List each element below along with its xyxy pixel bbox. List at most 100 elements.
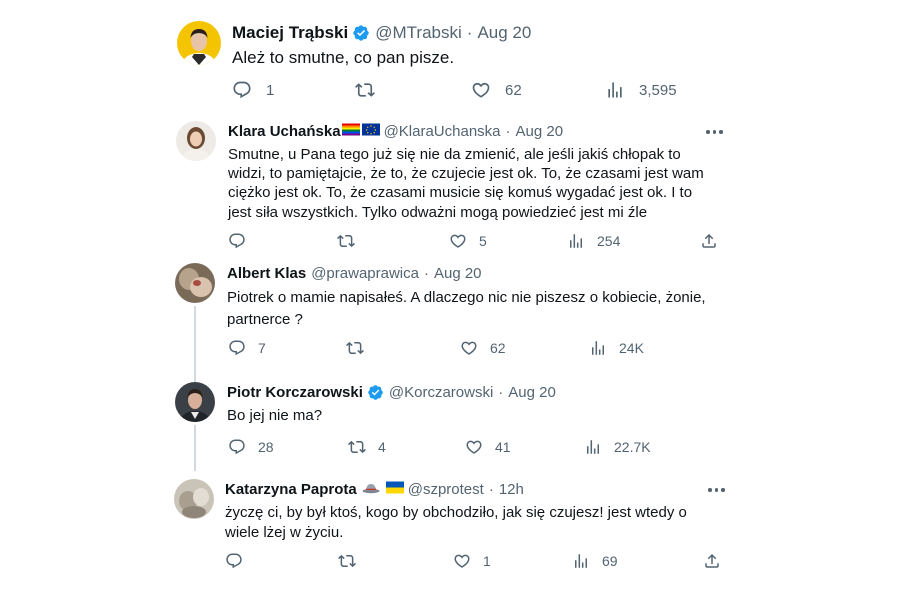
like-icon: [450, 234, 466, 248]
author-name[interactable]: Klara Uchańska: [228, 123, 341, 140]
author-handle[interactable]: @szprotest: [408, 481, 484, 498]
reply-button[interactable]: 28: [228, 438, 274, 456]
separator-dot: ·: [505, 123, 511, 140]
like-icon: [472, 82, 490, 98]
views-icon: [592, 341, 604, 355]
retweet-icon: [346, 341, 364, 355]
tweet-text: Ależ to smutne, co pan pisze.: [232, 48, 455, 67]
separator-dot: ·: [423, 265, 429, 282]
verified-badge-icon: [367, 384, 384, 401]
avatar[interactable]: [175, 263, 215, 303]
views-button[interactable]: 254: [567, 232, 620, 250]
reply-button[interactable]: 1: [232, 80, 274, 100]
share-icon: [702, 233, 716, 248]
reply-icon: [229, 233, 245, 249]
view-count: 69: [602, 553, 618, 569]
separator-dot: ·: [466, 23, 473, 42]
like-button[interactable]: 41: [465, 438, 511, 456]
verified-badge-icon: [352, 24, 370, 42]
views-button[interactable]: 22.7K: [584, 438, 651, 456]
like-icon: [461, 341, 477, 355]
retweet-count: 4: [378, 439, 386, 455]
timestamp[interactable]: 12h: [499, 481, 524, 498]
reply-count: 7: [258, 340, 266, 356]
avatar[interactable]: [177, 21, 221, 65]
thread-line: [194, 425, 196, 471]
ukraine-flag-icon: [385, 481, 404, 498]
like-button[interactable]: 5: [449, 232, 487, 250]
view-count: 24K: [619, 340, 644, 356]
reply-button[interactable]: 7: [228, 339, 266, 357]
views-button[interactable]: 69: [572, 552, 618, 570]
views-icon: [575, 554, 587, 568]
author-name[interactable]: Katarzyna Paprota: [225, 481, 357, 498]
thread-line: [194, 306, 196, 382]
reply-button[interactable]: [225, 552, 243, 570]
like-count: 5: [479, 233, 487, 249]
tweet-text: Bo jej nie ma?: [227, 407, 323, 424]
share-button[interactable]: [703, 552, 721, 570]
retweet-button[interactable]: [355, 80, 375, 100]
tweet-header: Maciej Trąbski @MTrabski · Aug 20: [232, 23, 531, 43]
reply-icon: [229, 439, 245, 455]
timestamp[interactable]: Aug 20: [508, 384, 556, 401]
author-handle[interactable]: @MTrabski: [375, 23, 462, 43]
rainbow-flag-icon: [341, 123, 360, 140]
like-button[interactable]: 62: [471, 80, 522, 100]
avatar[interactable]: [176, 121, 216, 161]
views-icon: [608, 82, 622, 98]
like-icon: [454, 554, 470, 568]
author-handle[interactable]: @prawaprawica: [311, 265, 419, 282]
retweet-button[interactable]: [346, 339, 364, 357]
view-count: 3,595: [639, 81, 677, 99]
retweet-icon: [355, 83, 375, 97]
like-icon: [466, 440, 482, 454]
tweet-header: Klara Uchańska @KlaraUchanska · Aug 20: [228, 123, 563, 140]
separator-dot: ·: [498, 384, 504, 401]
like-count: 62: [490, 340, 506, 356]
like-count: 1: [483, 553, 491, 569]
tweet-text: Smutne, u Pana tego już się nie da zmien…: [228, 146, 704, 221]
avatar[interactable]: [174, 479, 214, 519]
hat-icon: [362, 481, 380, 498]
reply-icon: [229, 340, 245, 356]
more-icon[interactable]: [708, 488, 725, 492]
view-count: 22.7K: [614, 439, 651, 455]
share-icon: [705, 553, 719, 568]
timestamp[interactable]: Aug 20: [477, 23, 531, 43]
retweet-button[interactable]: 4: [348, 438, 386, 456]
tweet-header: Katarzyna Paprota @szprotest · 12h: [225, 481, 524, 498]
eu-flag-icon: [361, 123, 380, 140]
retweet-icon: [337, 234, 355, 248]
view-count: 254: [597, 233, 621, 249]
tweet-text: Piotrek o mamie napisałeś. A dlaczego ni…: [227, 289, 706, 328]
timestamp[interactable]: Aug 20: [434, 265, 482, 282]
like-count: 41: [495, 439, 511, 455]
like-button[interactable]: 1: [453, 552, 491, 570]
tweet-header: Albert Klas @prawaprawica · Aug 20: [227, 265, 482, 282]
retweet-icon: [348, 440, 366, 454]
author-name[interactable]: Piotr Korczarowski: [227, 384, 363, 401]
retweet-button[interactable]: [338, 552, 356, 570]
timestamp[interactable]: Aug 20: [516, 123, 564, 140]
like-count: 62: [505, 81, 522, 99]
views-button[interactable]: 24K: [589, 339, 644, 357]
retweet-icon: [338, 554, 356, 568]
retweet-button[interactable]: [337, 232, 355, 250]
author-name[interactable]: Maciej Trąbski: [232, 23, 348, 43]
reply-icon: [226, 553, 242, 569]
author-name[interactable]: Albert Klas: [227, 265, 306, 282]
tweet-header: Piotr Korczarowski @Korczarowski · Aug 2…: [227, 384, 556, 401]
avatar[interactable]: [175, 382, 215, 422]
views-button[interactable]: 3,595: [605, 80, 677, 100]
reply-count: 28: [258, 439, 274, 455]
reply-count: 1: [266, 81, 275, 99]
author-handle[interactable]: @KlaraUchanska: [384, 123, 501, 140]
more-icon[interactable]: [706, 130, 723, 134]
tweet-text: życzę ci, by był ktoś, kogo by obchodził…: [225, 504, 687, 541]
reply-button[interactable]: [228, 232, 246, 250]
like-button[interactable]: 62: [460, 339, 506, 357]
separator-dot: ·: [488, 481, 494, 498]
share-button[interactable]: [700, 232, 718, 250]
author-handle[interactable]: @Korczarowski: [389, 384, 493, 401]
